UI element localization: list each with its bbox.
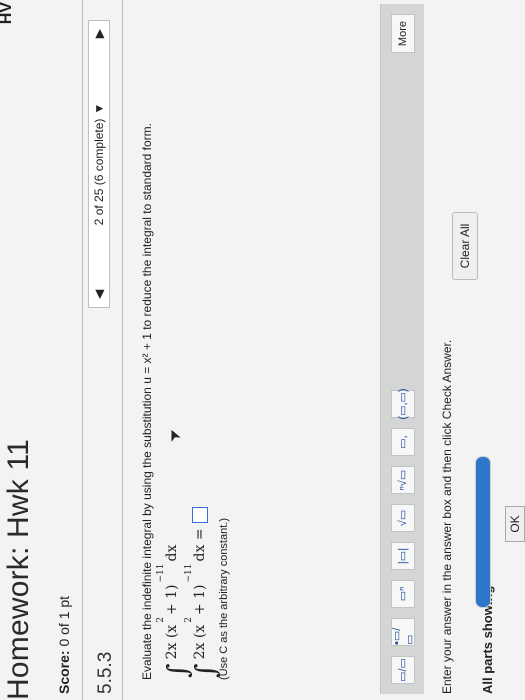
score-label: Score: — [56, 650, 72, 694]
question-progress-dropdown[interactable]: 2 of 25 (6 complete) ▼ — [92, 103, 106, 226]
previous-question-button[interactable]: ◀ — [92, 290, 106, 299]
integral-exponent: −11 — [156, 563, 166, 583]
square-root-tool[interactable]: √▭ — [390, 504, 415, 532]
hint-text: (Use C as the arbitrary constant.) — [218, 517, 230, 680]
mixed-number-tool[interactable]: ▪▭/▭ — [390, 618, 416, 646]
integral-power: 2 — [156, 617, 166, 623]
answer-prefix: 2x (x — [192, 624, 208, 660]
absolute-value-tool[interactable]: |▭| — [390, 542, 415, 570]
score-value: 0 of 1 pt — [56, 595, 72, 647]
header-right-tag: HV — [0, 2, 15, 25]
question-progress-text: 2 of 25 (6 complete) — [92, 118, 106, 226]
homework-page: Homework: Hwk 11 HV Score: 0 of 1 pt 5.5… — [0, 0, 525, 700]
absolute-value-tool-icon: |▭| — [397, 547, 409, 565]
exponent-tool-icon: ▭ⁿ — [397, 586, 409, 602]
integral-prefix: 2x (x — [164, 624, 180, 660]
dropdown-arrow-icon: ▼ — [92, 102, 106, 115]
integral-middle: + 1) — [164, 584, 180, 616]
subscript-tool-icon: ▭, — [397, 435, 409, 449]
nth-root-tool-icon: ⁿ√▭ — [397, 469, 409, 491]
question-id: 5.5.3 — [95, 651, 116, 694]
parts-progress-bar — [475, 456, 491, 608]
answer-suffix: dx = — [192, 528, 208, 562]
score: Score: 0 of 1 pt — [56, 596, 72, 694]
mixed-number-tool-icon: ▪▭/▭ — [390, 627, 416, 645]
subscript-tool[interactable]: ▭, — [390, 428, 415, 456]
parentheses-tool[interactable]: (▭,▭) — [390, 388, 415, 420]
page-title: Homework: Hwk 11 — [2, 438, 35, 700]
answer-input-box[interactable] — [192, 507, 208, 524]
answer-middle: + 1) — [192, 584, 208, 616]
nth-root-tool[interactable]: ⁿ√▭ — [390, 466, 415, 494]
divider-question — [122, 0, 123, 700]
fraction-tool-icon: ▭/▭ — [397, 658, 409, 682]
more-button[interactable]: More — [390, 14, 415, 54]
answer-power: 2 — [184, 617, 194, 623]
integral-sign-icon: ∫ — [161, 663, 194, 678]
ok-button[interactable]: OK — [505, 506, 525, 542]
enter-answer-instruction: Enter your answer in the answer box and … — [440, 339, 454, 694]
question-instruction: Evaluate the indefinite integral by usin… — [140, 122, 154, 680]
square-root-tool-icon: √▭ — [397, 509, 409, 527]
math-toolbar: ▭/▭ ▪▭/▭ ▭ⁿ |▭| √▭ ⁿ√▭ ▭, (▭,▭) More — [380, 4, 424, 694]
mouse-cursor-icon: ➤ — [163, 425, 185, 445]
next-question-button[interactable]: ▶ — [92, 29, 106, 38]
answer-integral-sign-icon: ∫ — [189, 663, 222, 678]
parts-progress-fill — [476, 457, 490, 607]
question-navigator: ◀ 2 of 25 (6 complete) ▼ ▶ — [88, 20, 110, 308]
fraction-tool[interactable]: ▭/▭ — [390, 656, 415, 684]
exponent-tool[interactable]: ▭ⁿ — [390, 580, 415, 608]
integral-suffix: dx — [164, 544, 180, 562]
answer-exponent: −11 — [184, 563, 194, 583]
answer-line: ∫ 2x (x 2 + 1) −11 dx = — [184, 507, 222, 678]
parentheses-tool-icon: (▭,▭) — [397, 388, 409, 420]
clear-all-button[interactable]: Clear All — [452, 212, 478, 280]
divider-top — [82, 0, 83, 700]
